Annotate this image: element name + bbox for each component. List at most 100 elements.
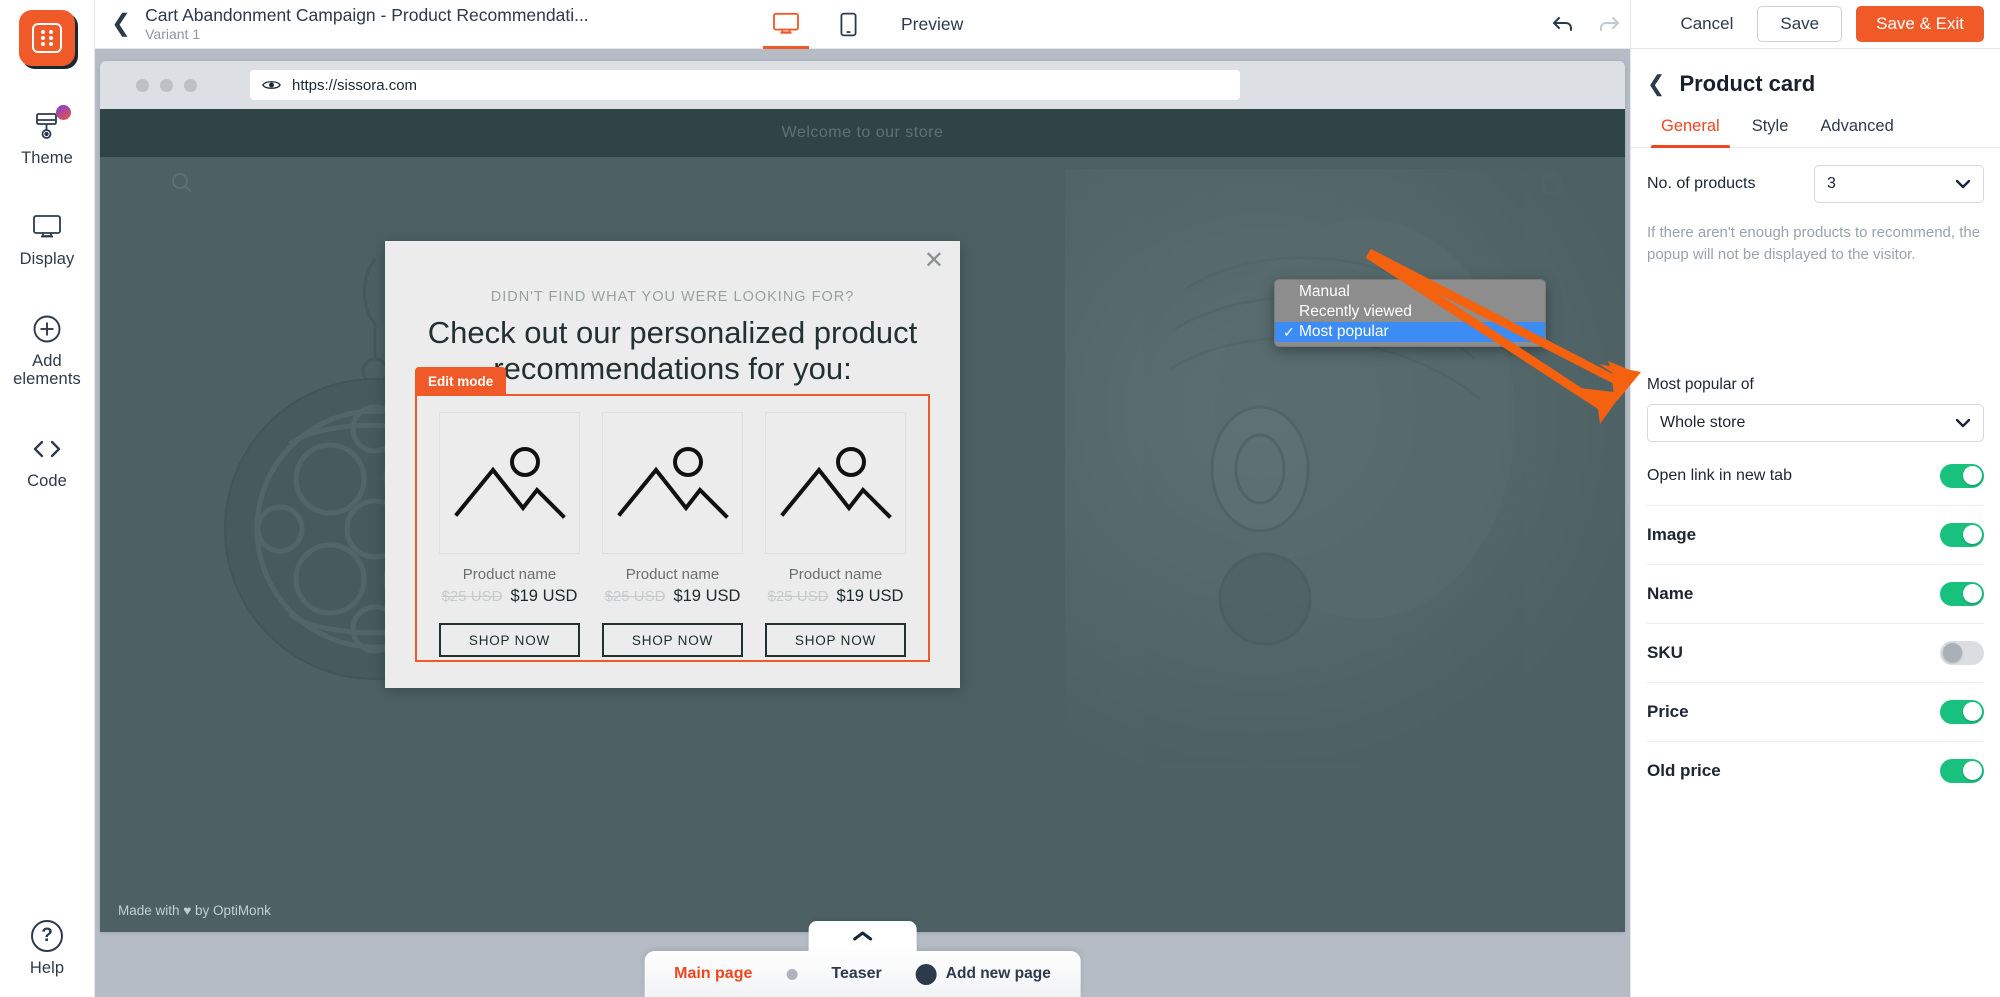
sidebar-item-theme[interactable]: Theme (0, 105, 95, 167)
sidebar-item-display[interactable]: Display (0, 211, 95, 268)
page-tabs: Main page Teaser + Add new page (644, 951, 1081, 997)
question-mark-icon: ? (30, 919, 64, 952)
most-popular-of-label: Most popular of (1647, 375, 1754, 393)
plus-circle-filled-icon: + (915, 963, 937, 985)
variant-label: Variant 1 (145, 26, 201, 43)
theme-new-badge (56, 105, 71, 120)
plus-circle-icon (30, 313, 64, 345)
recommendation-type-dropdown[interactable]: Manual Recently viewed ✓ Most popular (1274, 279, 1546, 347)
tab-general[interactable]: General (1645, 111, 1736, 148)
panel-content: No. of products 3 If there aren't enough… (1631, 148, 2000, 997)
device-mobile-button[interactable] (817, 0, 879, 49)
price-toggle[interactable] (1940, 699, 1984, 724)
dropdown-option-recently-viewed[interactable]: Recently viewed (1275, 302, 1545, 322)
sidebar-item-add-elements[interactable]: Add elements (0, 313, 95, 389)
product-price-row: $25 USD $19 USD (768, 587, 904, 606)
product-name: Product name (788, 566, 883, 583)
price-row: Price (1647, 683, 1984, 741)
sku-toggle[interactable] (1940, 640, 1984, 665)
dropdown-option-label: Manual (1299, 283, 1350, 300)
product-card-edit-region[interactable]: Edit mode Product name $25 USD $19 USD S… (415, 367, 930, 662)
tab-advanced[interactable]: Advanced (1804, 111, 1909, 147)
page-tab-teaser[interactable]: Teaser (831, 965, 881, 983)
name-toggle[interactable] (1940, 581, 1984, 606)
shop-now-button[interactable]: SHOP NOW (765, 623, 906, 657)
panel-back-button[interactable]: ❮ (1647, 73, 1665, 95)
name-label: Name (1647, 583, 1694, 603)
back-button[interactable]: ❮ (111, 12, 131, 36)
site-model-photo-right (1065, 169, 1625, 769)
preview-button[interactable]: Preview (901, 14, 963, 35)
save-and-exit-button[interactable]: Save & Exit (1856, 6, 1984, 42)
site-preview: Welcome to our store Made with ♥ by Opti… (100, 109, 1625, 932)
optimonk-logo-icon[interactable] (19, 10, 75, 66)
site-banner: Welcome to our store (100, 109, 1625, 157)
product-price: $19 USD (673, 587, 741, 605)
browser-chrome-bar: https://sissora.com (100, 61, 1625, 109)
popup-overlay: ✕ DIDN'T FIND WHAT YOU WERE LOOKING FOR?… (385, 241, 960, 688)
product-card[interactable]: Product name $25 USD $19 USD SHOP NOW (602, 412, 743, 657)
product-card-list: Product name $25 USD $19 USD SHOP NOW Pr… (417, 396, 928, 657)
product-price: $19 USD (836, 587, 904, 605)
add-elements-line1: Add (32, 351, 62, 370)
monitor-icon (30, 211, 64, 243)
browser-url-bar[interactable]: https://sissora.com (250, 70, 1240, 100)
no-of-products-select[interactable]: 3 (1814, 165, 1984, 203)
undo-arrow-icon[interactable] (1542, 2, 1586, 46)
name-row: Name (1647, 565, 1984, 623)
sidebar-item-help[interactable]: ? Help (0, 919, 95, 977)
no-of-products-row: No. of products 3 (1647, 148, 1984, 220)
product-card[interactable]: Product name $25 USD $19 USD SHOP NOW (765, 412, 906, 657)
shop-now-button[interactable]: SHOP NOW (439, 623, 580, 657)
cancel-button[interactable]: Cancel (1670, 8, 1743, 40)
shop-now-button[interactable]: SHOP NOW (602, 623, 743, 657)
product-price-row: $25 USD $19 USD (442, 587, 578, 606)
tab-style[interactable]: Style (1736, 111, 1805, 147)
old-price-toggle[interactable] (1940, 758, 1984, 783)
close-x-icon[interactable]: ✕ (924, 249, 944, 273)
left-toolbar: Theme Display Add elements Code ? Help (0, 0, 95, 997)
redo-arrow-icon[interactable] (1586, 2, 1630, 46)
panel-actions: Cancel Save Save & Exit (1631, 0, 2000, 49)
product-card[interactable]: Product name $25 USD $19 USD SHOP NOW (439, 412, 580, 657)
page-navigation-bar: Main page Teaser + Add new page (644, 921, 1081, 997)
checkmark-icon: ✓ (1283, 323, 1295, 340)
page-title: Cart Abandonment Campaign - Product Reco… (145, 5, 589, 26)
add-elements-line2: elements (13, 370, 81, 389)
popup-kicker-text: DIDN'T FIND WHAT YOU WERE LOOKING FOR? (490, 289, 855, 305)
browser-window-dots (136, 78, 197, 92)
campaign-title-block: Cart Abandonment Campaign - Product Reco… (145, 5, 589, 43)
dropdown-option-manual[interactable]: Manual (1275, 282, 1545, 302)
sidebar-item-code[interactable]: Code (0, 433, 95, 490)
no-of-products-label: No. of products (1647, 175, 1756, 192)
search-icon (170, 171, 194, 195)
no-of-products-value: 3 (1827, 175, 1836, 192)
image-toggle[interactable] (1940, 522, 1984, 547)
optimonk-credit: Made with ♥ by OptiMonk (118, 903, 271, 918)
image-row: Image (1647, 506, 1984, 564)
most-popular-of-value: Whole store (1660, 413, 1746, 431)
device-preview-switcher: Preview (755, 0, 963, 49)
editor-topbar: ❮ Cart Abandonment Campaign - Product Re… (95, 0, 1630, 49)
app-root: Theme Display Add elements Code ? Help ❮… (0, 0, 2000, 997)
most-popular-of-select[interactable]: Whole store (1647, 403, 1984, 442)
browser-preview-frame: https://sissora.com Welcome to our store (100, 61, 1625, 932)
eye-icon (262, 78, 281, 92)
settings-panel: Cancel Save Save & Exit ❮ Product card G… (1630, 0, 2000, 997)
open-link-new-tab-toggle[interactable] (1940, 463, 1984, 488)
product-old-price: $25 USD (767, 588, 829, 605)
panel-tabs: General Style Advanced (1631, 111, 2000, 148)
editor-main: ❮ Cart Abandonment Campaign - Product Re… (95, 0, 1630, 997)
dropdown-option-most-popular[interactable]: ✓ Most popular (1275, 322, 1545, 342)
old-price-row: Old price (1647, 742, 1984, 800)
url-text: https://sissora.com (292, 76, 418, 94)
collapse-panel-button[interactable] (808, 921, 917, 951)
old-price-label: Old price (1647, 760, 1721, 780)
panel-title: Product card (1679, 71, 1816, 96)
device-desktop-button[interactable] (755, 0, 817, 49)
product-old-price: $25 USD (604, 588, 666, 605)
product-old-price: $25 USD (441, 588, 503, 605)
page-tab-main[interactable]: Main page (674, 965, 752, 983)
save-button[interactable]: Save (1757, 6, 1843, 42)
add-new-page-button[interactable]: + Add new page (915, 963, 1051, 985)
